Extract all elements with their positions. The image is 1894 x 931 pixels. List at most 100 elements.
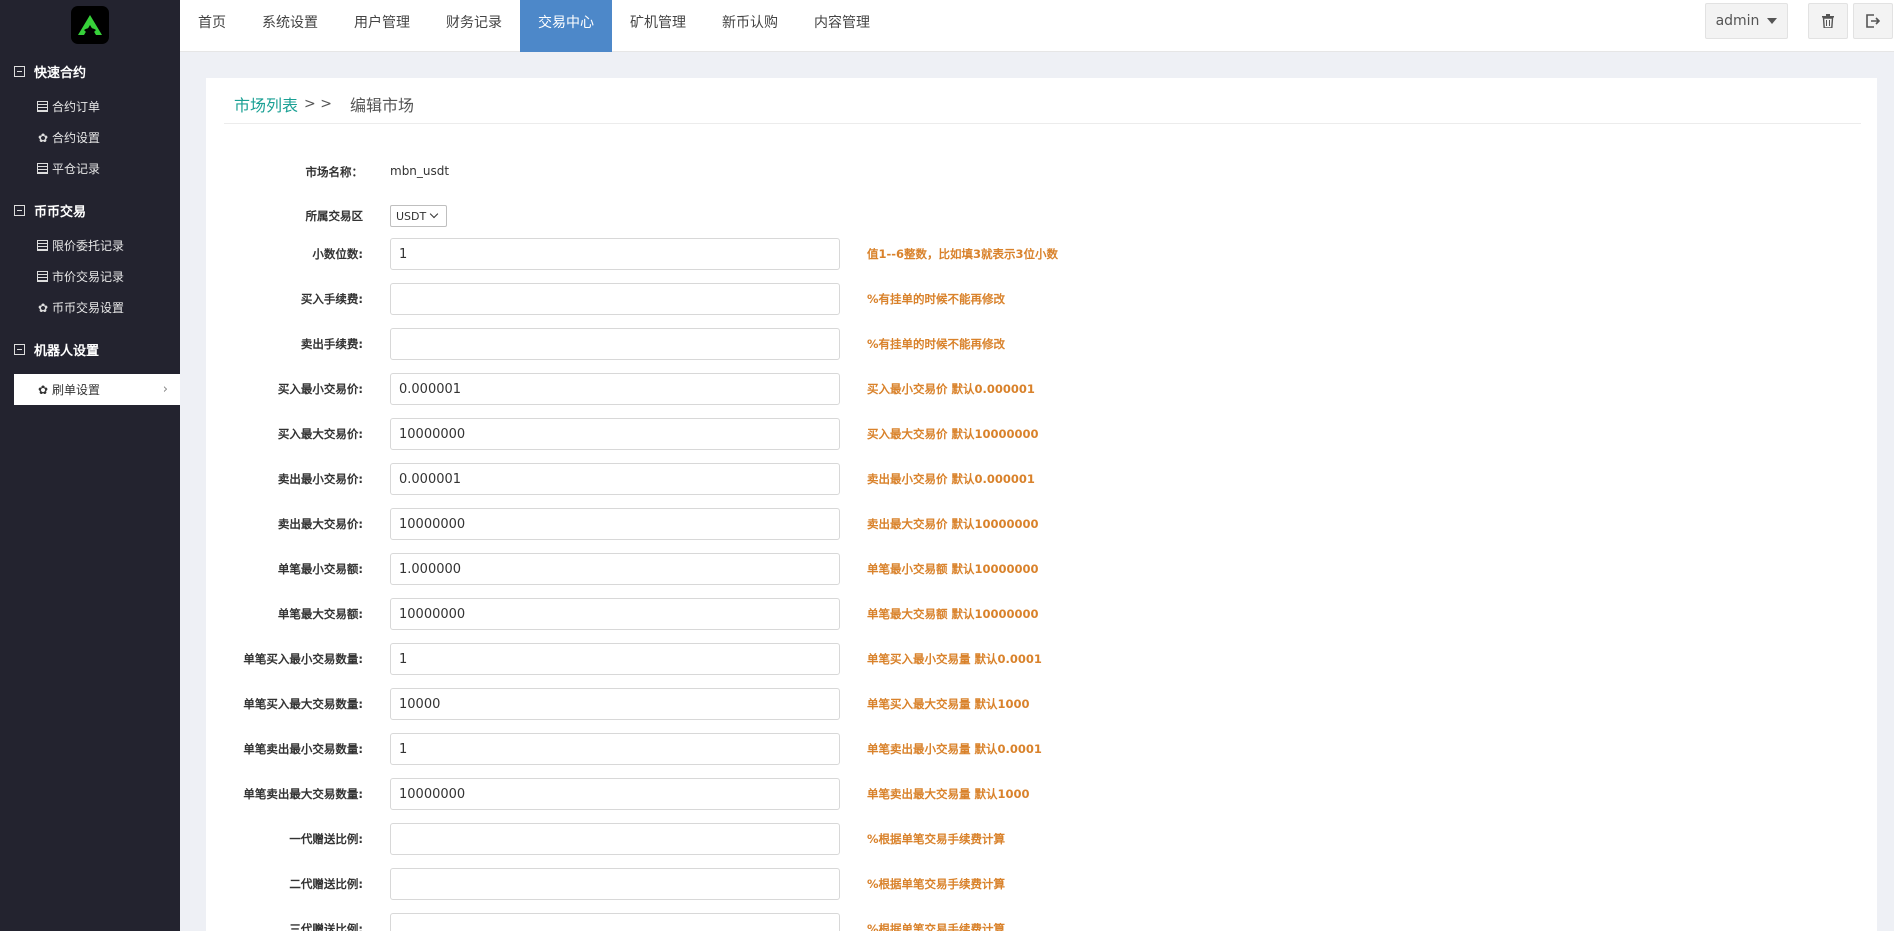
- sidebar-item-limit-orders[interactable]: 限价委托记录: [0, 230, 180, 261]
- trade-zone-selected: USDT: [396, 209, 427, 223]
- trade-zone-select[interactable]: USDT: [390, 205, 447, 227]
- form-row-sell-min-price: 卖出最小交易价: 卖出最小交易价 默认0.000001: [206, 463, 1506, 495]
- sidebar-item-contract-orders[interactable]: 合约订单: [0, 91, 180, 122]
- sidebar-group-spot[interactable]: 币币交易: [0, 190, 180, 230]
- field-label: 买入手续费:: [300, 292, 363, 306]
- form-row-trade-zone: 所属交易区 USDT: [206, 200, 1506, 232]
- tab-content-management[interactable]: 内容管理: [796, 0, 888, 52]
- gear-icon: ✿: [37, 382, 49, 397]
- market-name-value: mbn_usdt: [390, 164, 450, 178]
- field-label: 单笔最大交易额:: [277, 607, 363, 621]
- sell-max-price-input[interactable]: [390, 508, 840, 540]
- breadcrumb-current: 编辑市场: [349, 96, 414, 115]
- form-row-buy-max-qty: 单笔买入最大交易数量: 单笔买入最大交易量 默认1000: [206, 688, 1506, 720]
- ledger-icon: [37, 271, 48, 282]
- field-hint: 单笔买入最大交易量 默认1000: [867, 697, 1030, 711]
- ledger-icon: [37, 240, 48, 251]
- field-hint: 卖出最大交易价 默认10000000: [867, 517, 1039, 531]
- sidebar-item-label: 平仓记录: [52, 162, 101, 176]
- form-row-level1-bonus-ratio: 一代赠送比例: %根据单笔交易手续费计算: [206, 823, 1506, 855]
- field-label: 单笔买入最小交易数量:: [243, 652, 363, 666]
- form-row-buy-max-price: 买入最大交易价: 买入最大交易价 默认10000000: [206, 418, 1506, 450]
- sidebar-item-label: 刷单设置: [52, 383, 101, 397]
- field-label: 单笔买入最大交易数量:: [243, 697, 363, 711]
- sidebar-item-label: 币币交易设置: [52, 301, 125, 315]
- sidebar-item-market-trades[interactable]: 市价交易记录: [0, 261, 180, 292]
- field-label: 二代赠送比例:: [289, 877, 363, 891]
- sidebar: 快速合约 合约订单 ✿ 合约设置 平仓记录 币币交易 限价委托记录 市价交易记录…: [0, 0, 180, 931]
- field-hint: 单笔卖出最大交易量 默认1000: [867, 787, 1030, 801]
- buy-fee-input[interactable]: [390, 283, 840, 315]
- buy-min-price-input[interactable]: [390, 373, 840, 405]
- tab-system-settings[interactable]: 系统设置: [244, 0, 336, 52]
- sell-fee-input[interactable]: [390, 328, 840, 360]
- form-row-buy-min-price: 买入最小交易价: 买入最小交易价 默认0.000001: [206, 373, 1506, 405]
- field-hint: %根据单笔交易手续费计算: [867, 922, 1006, 931]
- tab-finance-records[interactable]: 财务记录: [428, 0, 520, 52]
- max-trade-amount-input[interactable]: [390, 598, 840, 630]
- tab-miner-management[interactable]: 矿机管理: [612, 0, 704, 52]
- sell-max-qty-input[interactable]: [390, 778, 840, 810]
- form-row-market-name: 市场名称： mbn_usdt: [206, 156, 1506, 188]
- sell-min-price-input[interactable]: [390, 463, 840, 495]
- field-label: 三代赠送比例:: [289, 922, 363, 931]
- app-logo[interactable]: [71, 6, 109, 44]
- collapse-icon: [14, 204, 25, 216]
- tab-home[interactable]: 首页: [180, 0, 244, 52]
- user-menu-button[interactable]: admin: [1705, 3, 1788, 39]
- tab-new-coin-subscription[interactable]: 新币认购: [704, 0, 796, 52]
- form-row-max-trade-amount: 单笔最大交易额: 单笔最大交易额 默认10000000: [206, 598, 1506, 630]
- field-hint: 买入最小交易价 默认0.000001: [867, 382, 1035, 396]
- sidebar-item-label: 限价委托记录: [52, 239, 125, 253]
- buy-max-price-input[interactable]: [390, 418, 840, 450]
- breadcrumb-market-list-link[interactable]: 市场列表: [234, 92, 298, 116]
- top-navbar: 首页 系统设置 用户管理 财务记录 交易中心 矿机管理 新币认购 内容管理 ad…: [180, 0, 1894, 52]
- level2-bonus-ratio-input[interactable]: [390, 868, 840, 900]
- tab-trading-center[interactable]: 交易中心: [520, 0, 612, 52]
- sell-min-qty-input[interactable]: [390, 733, 840, 765]
- logo-icon: [78, 15, 102, 35]
- field-hint: 值1--6整数，比如填3就表示3位小数: [867, 247, 1059, 261]
- decimal-places-input[interactable]: [390, 238, 840, 270]
- buy-max-qty-input[interactable]: [390, 688, 840, 720]
- min-trade-amount-input[interactable]: [390, 553, 840, 585]
- sidebar-group-contract[interactable]: 快速合约: [0, 51, 180, 91]
- level1-bonus-ratio-input[interactable]: [390, 823, 840, 855]
- form-row-sell-fee: 卖出手续费: %有挂单的时候不能再修改: [206, 328, 1506, 360]
- level3-bonus-ratio-input[interactable]: [390, 913, 840, 931]
- ledger-icon: [37, 101, 48, 112]
- sidebar-item-robot-settings[interactable]: ✿ 刷单设置 ›: [14, 374, 180, 405]
- sidebar-group-robot[interactable]: 机器人设置: [0, 329, 180, 369]
- divider: [224, 123, 1861, 124]
- form-row-sell-min-qty: 单笔卖出最小交易数量: 单笔卖出最小交易量 默认0.0001: [206, 733, 1506, 765]
- sidebar-item-contract-settings[interactable]: ✿ 合约设置: [0, 122, 180, 153]
- field-label: 单笔卖出最小交易数量:: [243, 742, 363, 756]
- sidebar-group-label: 快速合约: [34, 65, 87, 81]
- logout-button[interactable]: [1853, 3, 1893, 39]
- form-row-buy-fee: 买入手续费: %有挂单的时候不能再修改: [206, 283, 1506, 315]
- clear-cache-button[interactable]: [1808, 3, 1848, 39]
- caret-down-icon: [1767, 18, 1778, 24]
- sidebar-group-label: 机器人设置: [34, 343, 100, 359]
- sidebar-item-close-records[interactable]: 平仓记录: [0, 153, 180, 184]
- field-label: 单笔卖出最大交易数量:: [243, 787, 363, 801]
- form-row-level3-bonus-ratio: 三代赠送比例: %根据单笔交易手续费计算: [206, 913, 1506, 931]
- form-row-sell-max-price: 卖出最大交易价: 卖出最大交易价 默认10000000: [206, 508, 1506, 540]
- collapse-icon: [14, 65, 25, 77]
- trash-icon: [1822, 14, 1834, 28]
- sidebar-item-label: 合约订单: [52, 100, 101, 114]
- tab-user-management[interactable]: 用户管理: [336, 0, 428, 52]
- field-hint: 单笔最小交易额 默认10000000: [867, 562, 1039, 576]
- sidebar-item-spot-settings[interactable]: ✿ 币币交易设置: [0, 292, 180, 323]
- field-label: 卖出手续费:: [300, 337, 363, 351]
- field-label: 买入最大交易价:: [277, 427, 363, 441]
- field-label: 卖出最小交易价:: [277, 472, 363, 486]
- field-label: 小数位数:: [312, 247, 363, 261]
- sidebar-item-label: 合约设置: [52, 131, 101, 145]
- gear-icon: ✿: [37, 300, 49, 315]
- buy-min-qty-input[interactable]: [390, 643, 840, 675]
- top-tabs: 首页 系统设置 用户管理 财务记录 交易中心 矿机管理 新币认购 内容管理: [180, 0, 888, 52]
- field-label: 单笔最小交易额:: [277, 562, 363, 576]
- sidebar-group-label: 币币交易: [34, 204, 87, 220]
- username: admin: [1715, 13, 1760, 29]
